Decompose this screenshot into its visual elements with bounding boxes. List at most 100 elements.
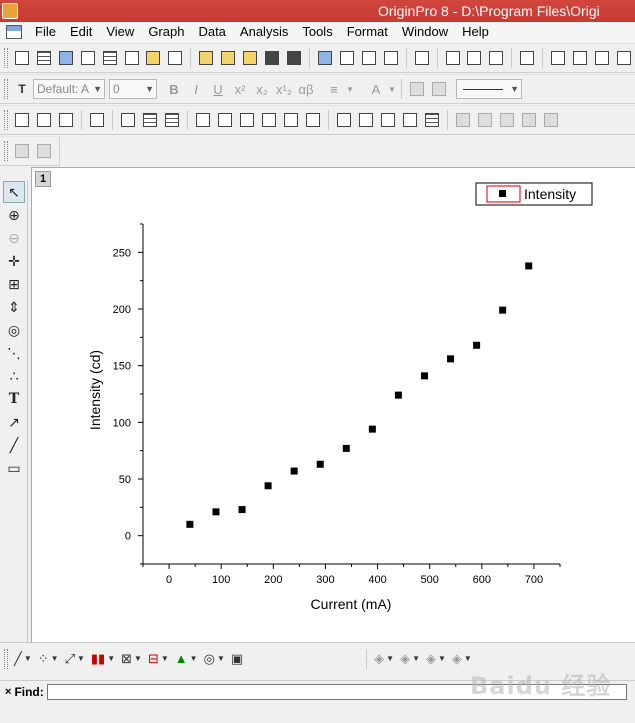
regional-mask-icon[interactable]: ⋱ bbox=[3, 342, 25, 364]
new-excel-icon[interactable] bbox=[56, 48, 76, 68]
toolbar-grip[interactable] bbox=[4, 110, 8, 130]
add-column-icon[interactable] bbox=[12, 141, 32, 161]
menu-help[interactable]: Help bbox=[455, 22, 496, 42]
bold-button[interactable]: B bbox=[163, 82, 185, 97]
print-icon[interactable] bbox=[412, 48, 432, 68]
results-log-icon[interactable] bbox=[486, 48, 506, 68]
close-icon[interactable]: × bbox=[5, 686, 11, 698]
axis-both-icon[interactable] bbox=[281, 110, 301, 130]
contour-plot-button[interactable]: ⊠ ▼ bbox=[121, 651, 142, 667]
zoom-tool-icon[interactable]: ⊕ bbox=[3, 204, 25, 226]
object-edit-3-icon[interactable] bbox=[497, 110, 517, 130]
y-axis-label[interactable]: Intensity (cd) bbox=[87, 350, 103, 430]
more-icon[interactable] bbox=[614, 48, 634, 68]
toolbar-grip[interactable] bbox=[4, 48, 8, 68]
area-plot-button[interactable]: ▲ ▼ bbox=[175, 651, 198, 666]
project-explorer-icon[interactable] bbox=[517, 48, 537, 68]
subscript-button[interactable]: x₂ bbox=[251, 82, 273, 97]
line-plot-button[interactable]: ╱ ▼ bbox=[14, 651, 32, 667]
fill-color-icon[interactable] bbox=[407, 79, 427, 99]
template-button[interactable]: ▣ bbox=[231, 651, 243, 667]
code-builder-icon[interactable] bbox=[592, 48, 612, 68]
legend[interactable]: Intensity bbox=[475, 182, 593, 206]
menu-tools[interactable]: Tools bbox=[295, 22, 339, 42]
rescale-icon[interactable] bbox=[87, 110, 107, 130]
menu-edit[interactable]: Edit bbox=[63, 22, 99, 42]
open-excel-icon[interactable] bbox=[240, 48, 260, 68]
font-select[interactable]: Default: A ▼ bbox=[33, 79, 105, 99]
data-selector-icon[interactable]: ⇕ bbox=[3, 296, 25, 318]
graph-window[interactable]: 1 0 100 200 300 400 500 600 700 0 50 100 150 200 250 … bbox=[31, 167, 635, 642]
zoom-in-icon[interactable] bbox=[12, 110, 32, 130]
layer-management-icon[interactable] bbox=[140, 110, 160, 130]
import-wizard-icon[interactable] bbox=[315, 48, 335, 68]
box-chart-button[interactable]: ⊟ ▼ bbox=[148, 651, 169, 667]
italic-button[interactable]: I bbox=[185, 82, 207, 97]
duplicate-icon[interactable] bbox=[465, 48, 485, 68]
x-axis-label[interactable]: Current (mA) bbox=[311, 596, 392, 612]
refresh-icon[interactable] bbox=[443, 48, 463, 68]
add-layer-icon[interactable] bbox=[118, 110, 138, 130]
import-ascii-icon[interactable] bbox=[337, 48, 357, 68]
open-template-icon[interactable] bbox=[218, 48, 238, 68]
scatter-plot-button[interactable]: ⁘ ▼ bbox=[38, 651, 59, 667]
legend-icon[interactable] bbox=[334, 110, 354, 130]
color-scale-icon[interactable] bbox=[356, 110, 376, 130]
import-multiple-ascii-icon[interactable] bbox=[359, 48, 379, 68]
add-color-scale-icon[interactable] bbox=[303, 110, 323, 130]
new-function-icon[interactable] bbox=[122, 48, 142, 68]
new-matrix-icon[interactable] bbox=[100, 48, 120, 68]
object-edit-1-icon[interactable] bbox=[453, 110, 473, 130]
object-edit-2-icon[interactable] bbox=[475, 110, 495, 130]
menu-view[interactable]: View bbox=[99, 22, 141, 42]
column-plot-button[interactable]: ▮▮ ▼ bbox=[91, 651, 115, 667]
whole-page-icon[interactable] bbox=[56, 110, 76, 130]
rectangle-tool-icon[interactable]: ▭ bbox=[3, 457, 25, 479]
text-tool-icon[interactable]: T bbox=[3, 388, 25, 410]
line-style-select[interactable]: ▼ bbox=[456, 79, 522, 99]
underline-button[interactable]: U bbox=[207, 82, 229, 97]
scale-bar-icon[interactable] bbox=[378, 110, 398, 130]
3d-plot-4-button[interactable]: ◈ ▼ bbox=[452, 651, 472, 667]
3d-plot-2-button[interactable]: ◈ ▼ bbox=[400, 651, 420, 667]
results-icon[interactable] bbox=[548, 48, 568, 68]
chevron-down-icon[interactable]: ▼ bbox=[387, 85, 397, 94]
screen-reader-icon[interactable]: ✛ bbox=[3, 250, 25, 272]
greek-button[interactable]: αβ bbox=[295, 82, 317, 97]
axis-all-icon[interactable] bbox=[259, 110, 279, 130]
polar-plot-button[interactable]: ◎ ▼ bbox=[204, 651, 225, 667]
open-icon[interactable] bbox=[196, 48, 216, 68]
object-edit-4-icon[interactable] bbox=[519, 110, 539, 130]
new-layout-icon[interactable] bbox=[144, 48, 164, 68]
new-graph-icon[interactable] bbox=[78, 48, 98, 68]
find-input[interactable] bbox=[46, 683, 627, 700]
axis-right-icon[interactable] bbox=[237, 110, 257, 130]
timestamp-icon[interactable] bbox=[400, 110, 420, 130]
menu-graph[interactable]: Graph bbox=[141, 22, 191, 42]
new-workbook-icon[interactable] bbox=[34, 48, 54, 68]
menu-file[interactable]: File bbox=[28, 22, 63, 42]
data-reader-icon[interactable]: ⊞ bbox=[3, 273, 25, 295]
zoom-out-icon[interactable] bbox=[34, 110, 54, 130]
save-template-icon[interactable] bbox=[284, 48, 304, 68]
font-color-button[interactable]: A bbox=[365, 82, 387, 97]
supersubscript-button[interactable]: x¹₂ bbox=[273, 82, 295, 97]
save-project-icon[interactable] bbox=[262, 48, 282, 68]
align-button[interactable]: ≡ bbox=[323, 82, 345, 97]
line-symbol-button[interactable]: ⤢ ▼ bbox=[65, 651, 85, 667]
toolbar-grip[interactable] bbox=[4, 141, 8, 161]
new-notes-icon[interactable] bbox=[165, 48, 185, 68]
menu-format[interactable]: Format bbox=[340, 22, 395, 42]
object-edit-5-icon[interactable] bbox=[541, 110, 561, 130]
superscript-button[interactable]: x² bbox=[229, 82, 251, 97]
menu-data[interactable]: Data bbox=[191, 22, 232, 42]
line-color-icon[interactable] bbox=[429, 79, 449, 99]
draw-data-icon[interactable]: ∴ bbox=[3, 365, 25, 387]
menu-window[interactable]: Window bbox=[395, 22, 455, 42]
axis-top-icon[interactable] bbox=[215, 110, 235, 130]
add-grid-icon[interactable] bbox=[34, 141, 54, 161]
line-tool-icon[interactable]: ╱ bbox=[3, 434, 25, 456]
toolbar-grip[interactable] bbox=[4, 79, 8, 99]
3d-plot-1-button[interactable]: ◈ ▼ bbox=[374, 651, 394, 667]
import-single-icon[interactable] bbox=[381, 48, 401, 68]
